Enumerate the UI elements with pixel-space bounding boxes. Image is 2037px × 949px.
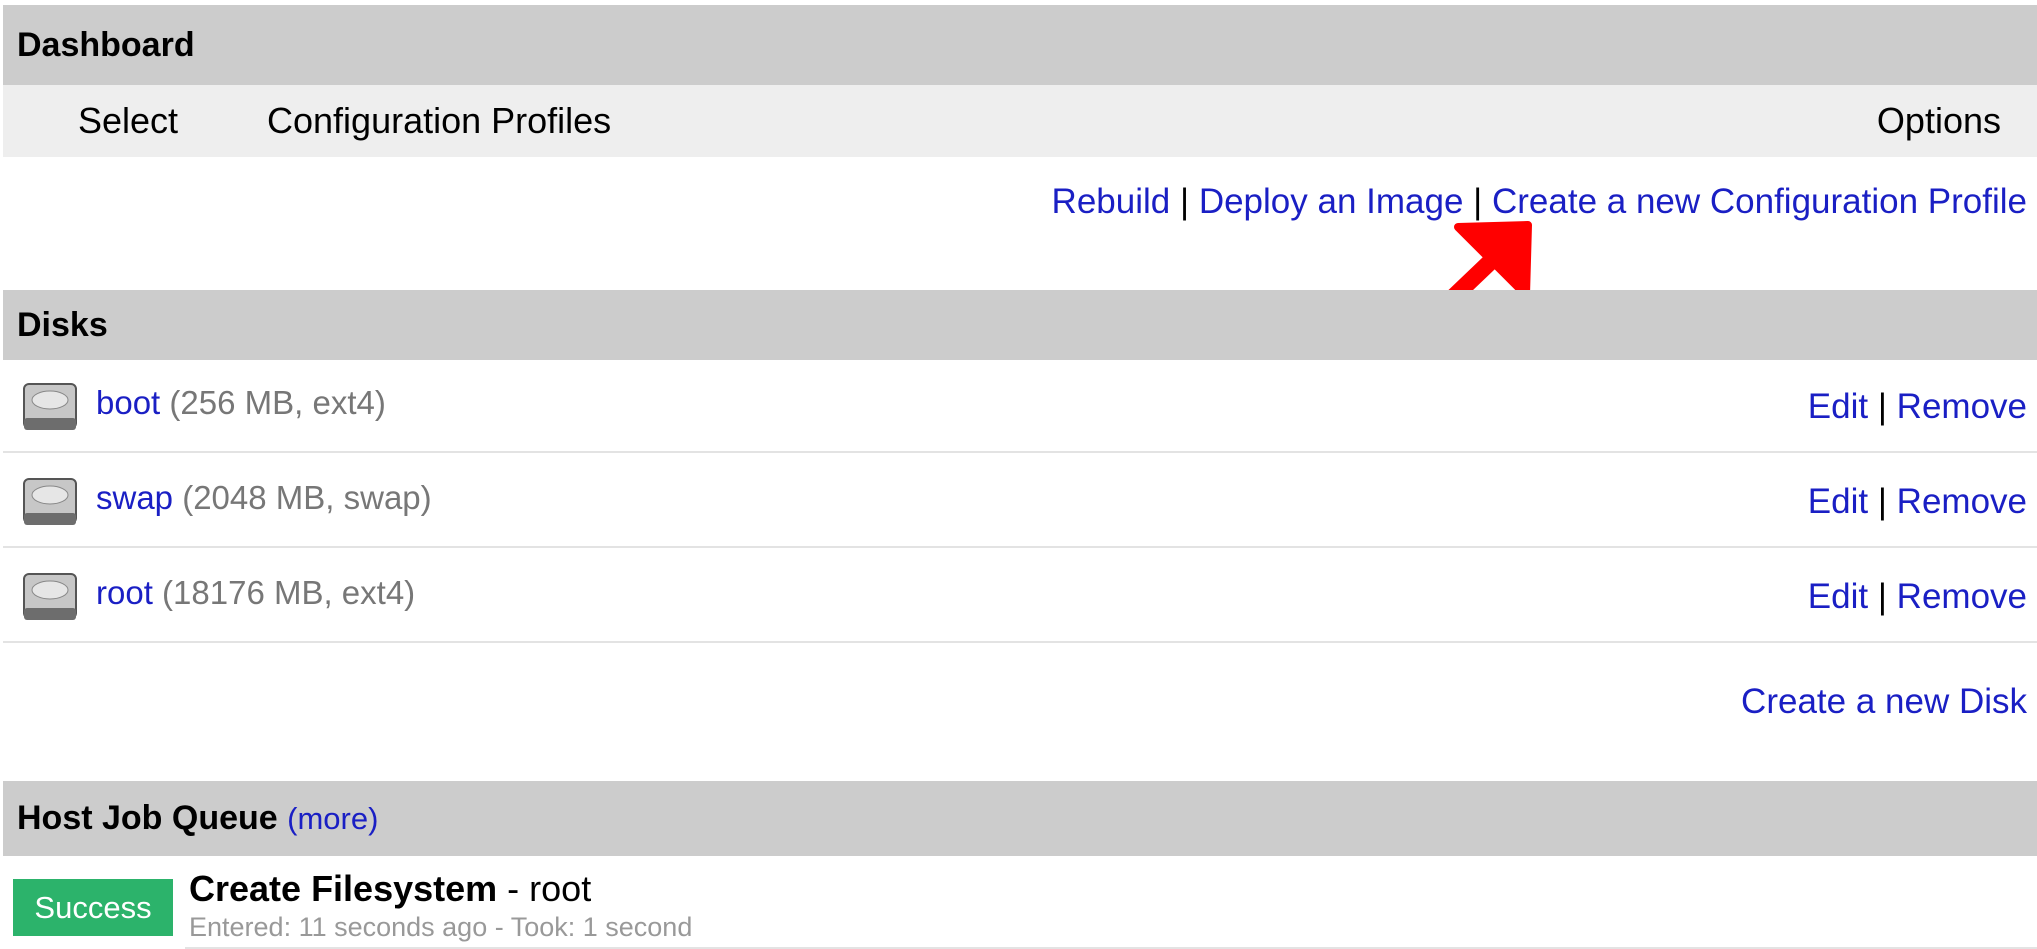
disk-row: boot (256 MB, ext4) Edit | Remove xyxy=(3,360,2037,453)
job-title-line: Create Filesystem - root xyxy=(189,868,591,910)
separator: | xyxy=(1179,182,1190,221)
edit-disk-link[interactable]: Edit xyxy=(1808,482,1868,521)
separator: | xyxy=(1877,577,1887,616)
dashboard-header: Dashboard xyxy=(3,5,2037,85)
hard-disk-icon xyxy=(23,478,77,525)
disk-name-link[interactable]: root xyxy=(96,574,153,611)
options-column-label: Options xyxy=(1876,100,2001,141)
disk-details: (18176 MB, ext4) xyxy=(162,574,416,611)
rebuild-link[interactable]: Rebuild xyxy=(1052,182,1171,221)
job-queue-header: Host Job Queue (more) xyxy=(3,781,2037,856)
job-queue-more-link[interactable]: (more) xyxy=(287,801,378,836)
edit-disk-link[interactable]: Edit xyxy=(1808,387,1868,426)
profiles-column-label: Configuration Profiles xyxy=(267,100,612,141)
job-title: Create Filesystem xyxy=(189,868,498,909)
disk-name-link[interactable]: swap xyxy=(96,479,173,516)
dashboard-title: Dashboard xyxy=(17,26,195,64)
profiles-column-header: Select Configuration Profiles Options xyxy=(3,85,2037,157)
edit-disk-link[interactable]: Edit xyxy=(1808,577,1868,616)
create-disk-link[interactable]: Create a new Disk xyxy=(1741,682,2027,721)
separator: | xyxy=(1877,387,1887,426)
select-column-label: Select xyxy=(78,100,179,141)
disk-actions: Create a new Disk xyxy=(1741,682,2027,722)
job-target: root xyxy=(529,868,592,909)
create-config-profile-link[interactable]: Create a new Configuration Profile xyxy=(1492,182,2027,221)
disks-title: Disks xyxy=(17,306,108,344)
job-meta: Entered: 11 seconds ago - Took: 1 second xyxy=(189,912,693,942)
hard-disk-icon xyxy=(23,383,77,430)
job-status-badge: Success xyxy=(13,879,173,936)
separator: | xyxy=(1877,482,1887,521)
disks-header: Disks xyxy=(3,290,2037,360)
disk-row: root (18176 MB, ext4) Edit | Remove xyxy=(3,550,2037,643)
remove-disk-link[interactable]: Remove xyxy=(1897,387,2027,426)
job-dash: - xyxy=(497,868,530,909)
disk-row: swap (2048 MB, swap) Edit | Remove xyxy=(3,455,2037,548)
disk-details: (2048 MB, swap) xyxy=(182,479,432,516)
remove-disk-link[interactable]: Remove xyxy=(1897,577,2027,616)
hard-disk-icon xyxy=(23,573,77,620)
job-queue-title: Host Job Queue xyxy=(17,799,278,837)
disk-details: (256 MB, ext4) xyxy=(169,384,386,421)
disk-name-link[interactable]: boot xyxy=(96,384,160,421)
remove-disk-link[interactable]: Remove xyxy=(1897,482,2027,521)
